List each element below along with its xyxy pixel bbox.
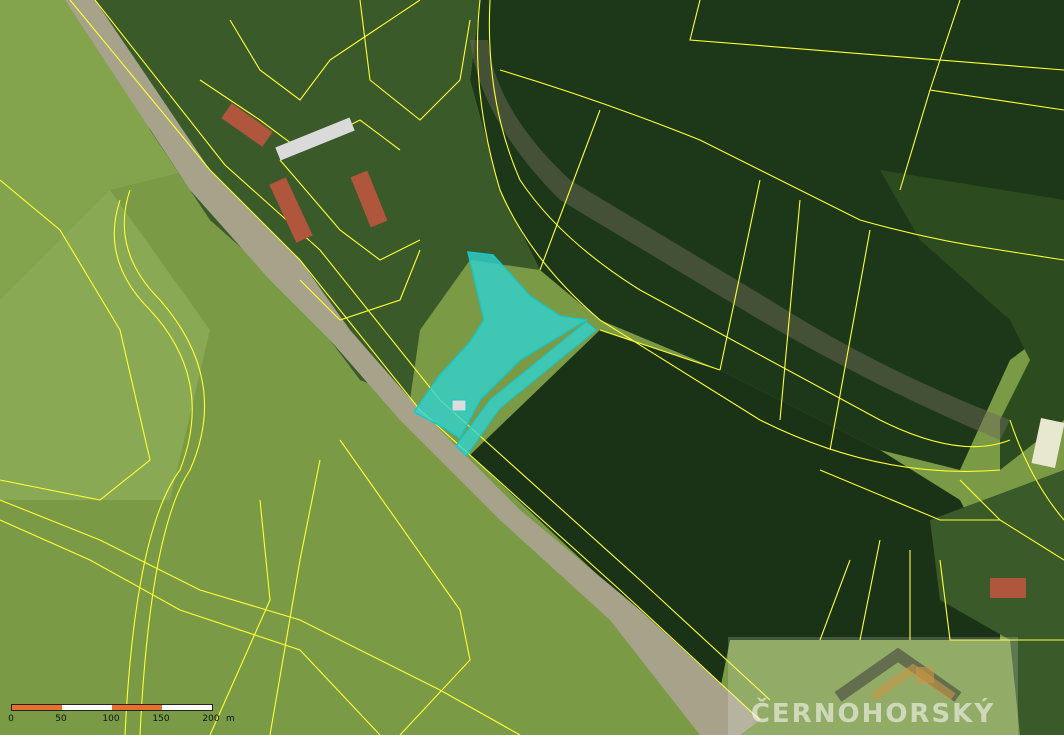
scale-tick: 200 [202,714,220,724]
house-roof-icon [834,647,962,702]
scale-tick: 50 [55,714,67,724]
scale-tick: 150 [152,714,170,724]
scale-bar-segments [11,704,213,711]
scale-unit: m [226,714,235,724]
scale-segment [112,705,162,710]
scale-segment [12,705,62,710]
watermark-text: ČERNOHORSKÝ [750,699,996,729]
scale-tick: 100 [102,714,120,724]
scale-tick: 0 [8,714,14,724]
scale-segment [162,705,212,710]
scale-bar: 0 50 100 150 200 m [8,700,248,730]
map-view[interactable]: 0 50 100 150 200 m ČERNOHORSKÝ [0,0,1064,735]
watermark-logo: ČERNOHORSKÝ [728,637,1018,735]
aerial-imagery [0,0,1064,735]
scale-segment [62,705,112,710]
